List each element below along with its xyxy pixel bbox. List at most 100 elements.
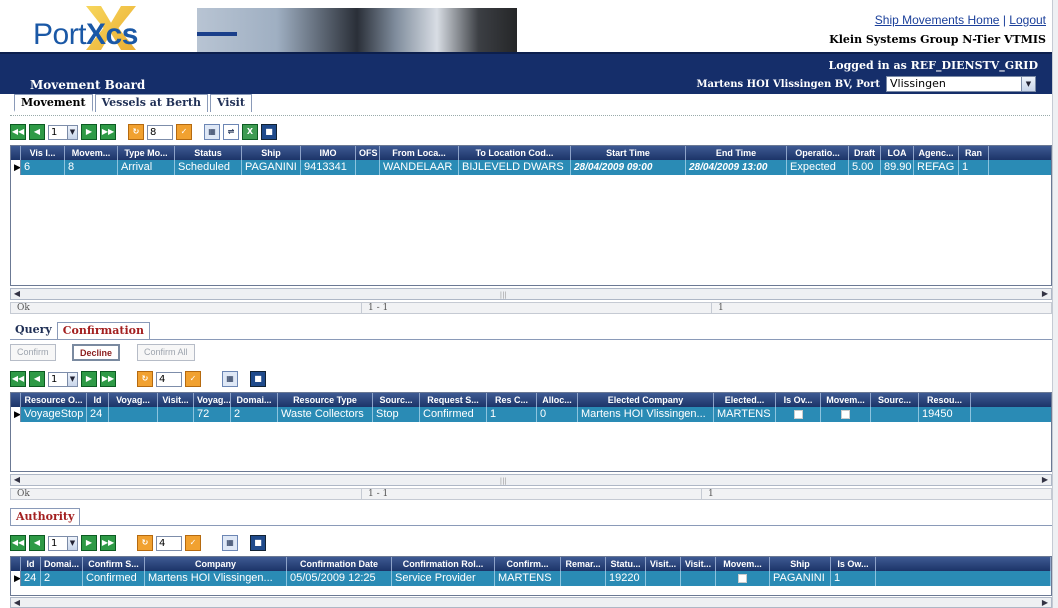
last-page-icon[interactable]: ▶▶ [100,371,116,387]
prev-page-icon[interactable]: ◀ [29,124,45,140]
col-header[interactable]: Confirm S... [83,557,145,571]
table-row[interactable]: ▶ VoyageStop 24 72 2 Waste Collectors St… [11,407,1051,422]
col-header[interactable]: Id [87,393,109,407]
col-header[interactable]: Statu... [606,557,646,571]
prev-page-icon[interactable]: ◀ [29,371,45,387]
col-header[interactable]: Movem... [716,557,770,571]
prev-page-icon[interactable]: ◀ [29,535,45,551]
scroll-right-icon[interactable]: ▶ [1039,598,1051,608]
col-header[interactable]: Confirm... [495,557,561,571]
col-header[interactable]: Resource O... [21,393,87,407]
col-header[interactable]: Draft [849,146,881,160]
col-header[interactable]: Movem... [65,146,118,160]
save-icon[interactable]: ■ [250,535,266,551]
movement-checkbox[interactable] [821,407,871,422]
page-vertical-scrollbar[interactable] [1052,0,1058,608]
last-page-icon[interactable]: ▶▶ [100,124,116,140]
columns-icon[interactable]: ▦ [204,124,220,140]
page-select[interactable]: 1 ▼ [48,535,78,551]
next-page-icon[interactable]: ▶ [81,371,97,387]
col-header[interactable]: Ship [242,146,301,160]
apply-icon[interactable]: ✓ [185,371,201,387]
col-header[interactable]: From Loca... [380,146,459,160]
next-page-icon[interactable]: ▶ [81,124,97,140]
refresh-icon[interactable]: ↻ [137,371,153,387]
table-row[interactable]: ▶ 24 2 Confirmed Martens HOI Vlissingen.… [11,571,1051,586]
refresh-icon[interactable]: ↻ [128,124,144,140]
apply-icon[interactable]: ✓ [185,535,201,551]
col-header[interactable]: Resou... [919,393,971,407]
col-header[interactable]: Ran [959,146,989,160]
col-header[interactable]: Resource Type [278,393,373,407]
col-header[interactable]: Visit... [646,557,681,571]
col-header[interactable]: Movem... [821,393,871,407]
scroll-left-icon[interactable]: ◀ [11,475,23,485]
first-page-icon[interactable]: ◀◀ [10,124,26,140]
confirm-all-button[interactable]: Confirm All [137,344,195,361]
col-header[interactable]: Status [175,146,242,160]
chevron-down-icon[interactable]: ▼ [67,536,77,550]
home-link[interactable]: Ship Movements Home [875,13,1000,27]
chevron-down-icon[interactable]: ▼ [1021,77,1035,91]
col-header[interactable]: Visit... [681,557,716,571]
horizontal-scrollbar[interactable]: ◀ ||| ▶ [10,288,1052,300]
page-select[interactable]: 1 ▼ [48,371,78,387]
decline-button[interactable]: Decline [72,344,121,361]
col-header[interactable]: Vis I... [21,146,65,160]
col-header[interactable]: OFS [356,146,380,160]
confirm-button[interactable]: Confirm [10,344,56,361]
col-header[interactable]: Ship [770,557,831,571]
page-horizontal-scrollbar[interactable]: ◀ ▶ [10,597,1052,608]
tab-movement[interactable]: Movement [14,94,93,112]
col-header[interactable]: Start Time [571,146,686,160]
movement-checkbox[interactable] [716,571,770,586]
next-page-icon[interactable]: ▶ [81,535,97,551]
col-header[interactable]: Domai... [231,393,278,407]
save-icon[interactable]: ■ [250,371,266,387]
col-header[interactable]: Is Ow... [831,557,876,571]
col-header[interactable]: End Time [686,146,787,160]
port-select[interactable]: Vlissingen ▼ [886,76,1036,92]
col-header[interactable]: Confirmation Date [287,557,392,571]
col-header[interactable]: Sourc... [373,393,420,407]
col-header[interactable]: Domai... [41,557,83,571]
save-icon[interactable]: ■ [261,124,277,140]
page-size-input[interactable]: 4 [156,371,182,387]
tab-confirmation[interactable]: Confirmation [56,322,151,339]
col-header[interactable]: Company [145,557,287,571]
col-header[interactable]: LOA [881,146,914,160]
tab-authority[interactable]: Authority [10,508,81,525]
horizontal-scrollbar[interactable]: ◀ ||| ▶ [10,474,1052,486]
col-header[interactable]: Confirmation Rol... [392,557,495,571]
col-header[interactable]: Elected... [714,393,776,407]
first-page-icon[interactable]: ◀◀ [10,535,26,551]
tab-visit[interactable]: Visit [209,94,252,112]
is-override-checkbox[interactable] [776,407,821,422]
col-header[interactable]: Voyag... [109,393,158,407]
refresh-icon[interactable]: ↻ [137,535,153,551]
col-header[interactable]: To Location Cod... [459,146,571,160]
scroll-grip[interactable]: ||| [500,477,507,485]
col-header[interactable]: Alloc... [537,393,578,407]
logout-link[interactable]: Logout [1009,13,1046,27]
col-header[interactable]: Remar... [561,557,606,571]
col-header[interactable]: IMO [301,146,356,160]
scroll-left-icon[interactable]: ◀ [11,598,23,608]
col-header[interactable]: Is Ov... [776,393,821,407]
columns-icon[interactable]: ▦ [222,535,238,551]
chevron-down-icon[interactable]: ▼ [67,125,77,139]
page-select[interactable]: 1 ▼ [48,124,78,140]
col-header[interactable]: Elected Company [578,393,714,407]
col-header[interactable]: Agenc... [914,146,959,160]
last-page-icon[interactable]: ▶▶ [100,535,116,551]
col-header[interactable]: Sourc... [871,393,919,407]
scroll-right-icon[interactable]: ▶ [1039,289,1051,299]
col-header[interactable]: Voyag... [194,393,231,407]
table-row[interactable]: ▶ 6 8 Arrival Scheduled PAGANINI 9413341… [11,160,1051,175]
scroll-left-icon[interactable]: ◀ [11,289,23,299]
filter-icon[interactable]: ⇌ [223,124,239,140]
col-header[interactable]: Operatio... [787,146,849,160]
col-header[interactable]: Id [21,557,41,571]
col-header[interactable]: Request S... [420,393,487,407]
first-page-icon[interactable]: ◀◀ [10,371,26,387]
